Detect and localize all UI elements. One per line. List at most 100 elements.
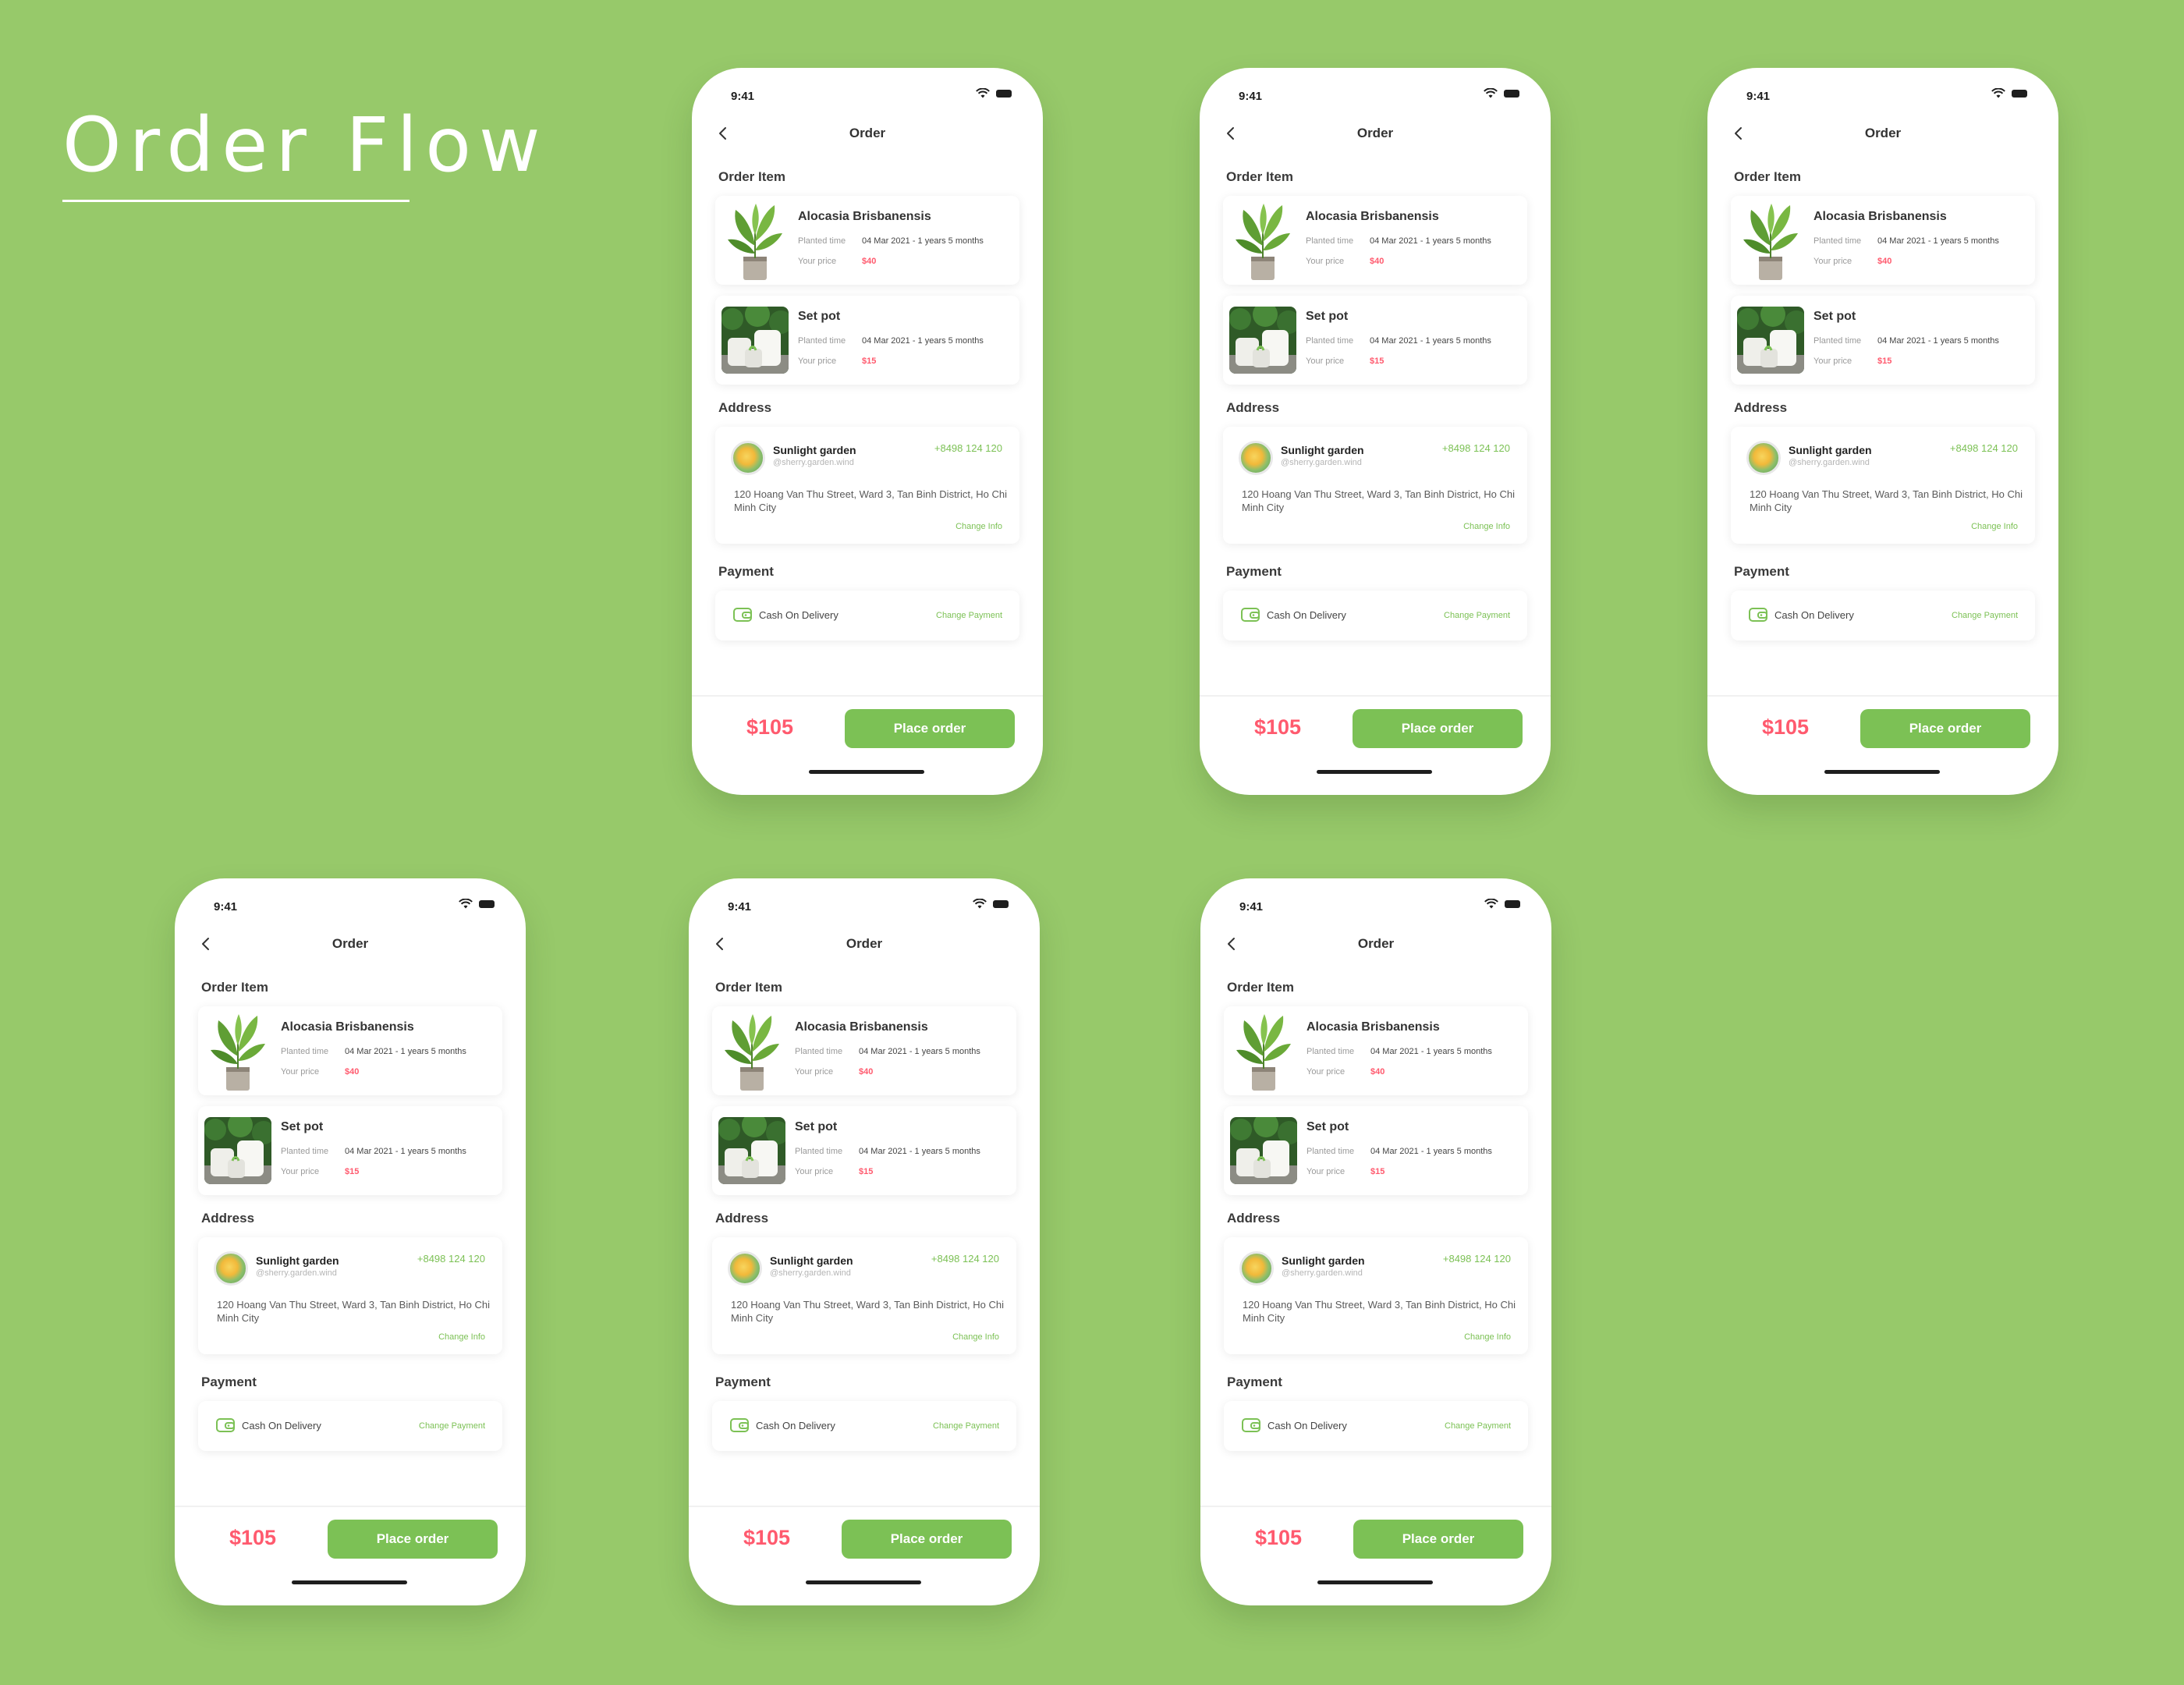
section-title-payment: Payment <box>1734 564 1789 579</box>
order-item-card[interactable]: Set pot Planted time 04 Mar 2021 - 1 yea… <box>198 1106 502 1195</box>
address-card[interactable]: Sunlight garden @sherry.garden.wind +849… <box>1223 427 1527 544</box>
address-card[interactable]: Sunlight garden @sherry.garden.wind +849… <box>715 427 1019 544</box>
order-item-card[interactable]: Alocasia Brisbanensis Planted time 04 Ma… <box>1224 1006 1528 1095</box>
order-item-card[interactable]: Alocasia Brisbanensis Planted time 04 Ma… <box>1223 196 1527 285</box>
place-order-button[interactable]: Place order <box>845 709 1015 748</box>
payment-card[interactable]: Cash On Delivery Change Payment <box>715 591 1019 640</box>
change-payment-link[interactable]: Change Payment <box>1445 1421 1511 1431</box>
title-underline <box>62 200 410 202</box>
item-name: Set pot <box>1306 310 1349 323</box>
section-title-address: Address <box>1226 400 1280 415</box>
place-order-button[interactable]: Place order <box>842 1520 1012 1559</box>
payment-card[interactable]: Cash On Delivery Change Payment <box>198 1401 502 1451</box>
avatar <box>731 441 765 475</box>
price-label: Your price <box>798 257 837 266</box>
change-info-link[interactable]: Change Info <box>1971 522 2018 531</box>
plant-image <box>1743 204 1798 280</box>
item-name: Set pot <box>798 310 841 323</box>
change-payment-link[interactable]: Change Payment <box>933 1421 999 1431</box>
payment-card[interactable]: Cash On Delivery Change Payment <box>1224 1401 1528 1451</box>
nav-bar: Order <box>175 925 526 963</box>
payment-card[interactable]: Cash On Delivery Change Payment <box>1731 591 2035 640</box>
order-item-card[interactable]: Set pot Planted time 04 Mar 2021 - 1 yea… <box>1731 296 2035 385</box>
order-item-card[interactable]: Set pot Planted time 04 Mar 2021 - 1 yea… <box>1224 1106 1528 1195</box>
change-payment-link[interactable]: Change Payment <box>419 1421 485 1431</box>
order-item-card[interactable]: Set pot Planted time 04 Mar 2021 - 1 yea… <box>712 1106 1016 1195</box>
order-item-card[interactable]: Alocasia Brisbanensis Planted time 04 Ma… <box>198 1006 502 1095</box>
section-title-address: Address <box>1734 400 1788 415</box>
home-indicator <box>809 770 924 774</box>
planted-time-value: 04 Mar 2021 - 1 years 5 months <box>1877 336 1999 346</box>
payment-method: Cash On Delivery <box>242 1420 321 1431</box>
change-payment-link[interactable]: Change Payment <box>1444 611 1510 620</box>
change-info-link[interactable]: Change Info <box>1463 522 1510 531</box>
planted-time-label: Planted time <box>795 1147 843 1156</box>
change-payment-link[interactable]: Change Payment <box>936 611 1002 620</box>
change-payment-link[interactable]: Change Payment <box>1952 611 2018 620</box>
item-name: Alocasia Brisbanensis <box>1814 210 1947 223</box>
payment-card[interactable]: Cash On Delivery Change Payment <box>712 1401 1016 1451</box>
order-item-card[interactable]: Alocasia Brisbanensis Planted time 04 Ma… <box>1731 196 2035 285</box>
place-order-button[interactable]: Place order <box>328 1520 498 1559</box>
status-bar: 9:41 <box>689 878 1040 925</box>
item-name: Alocasia Brisbanensis <box>798 210 931 223</box>
section-title-order-item: Order Item <box>1734 169 1801 184</box>
wallet-icon <box>730 1418 749 1432</box>
item-price: $40 <box>1877 257 1892 266</box>
section-title-payment: Payment <box>1227 1375 1282 1389</box>
item-price: $15 <box>859 1167 874 1176</box>
plant-image <box>1236 204 1290 280</box>
nav-title: Order <box>1864 126 1902 140</box>
section-title-payment: Payment <box>715 1375 771 1389</box>
address-text: 120 Hoang Van Thu Street, Ward 3, Tan Bi… <box>734 488 1007 513</box>
nav-title: Order <box>849 126 886 140</box>
price-label: Your price <box>1306 357 1345 366</box>
address-phone: +8498 124 120 <box>417 1253 485 1265</box>
nav-bar: Order <box>1200 925 1551 963</box>
planted-time-label: Planted time <box>1814 336 1862 346</box>
address-card[interactable]: Sunlight garden @sherry.garden.wind +849… <box>198 1237 502 1354</box>
section-title-payment: Payment <box>1226 564 1282 579</box>
place-order-button[interactable]: Place order <box>1353 709 1523 748</box>
change-info-link[interactable]: Change Info <box>952 1332 999 1342</box>
planted-time-value: 04 Mar 2021 - 1 years 5 months <box>1877 236 1999 246</box>
address-card[interactable]: Sunlight garden @sherry.garden.wind +849… <box>1224 1237 1528 1354</box>
change-info-link[interactable]: Change Info <box>1464 1332 1511 1342</box>
battery-icon <box>993 899 1009 908</box>
status-bar: 9:41 <box>1707 68 2058 115</box>
section-title-order-item: Order Item <box>1226 169 1293 184</box>
place-order-button[interactable]: Place order <box>1860 709 2030 748</box>
item-name: Set pot <box>281 1120 324 1133</box>
order-item-card[interactable]: Alocasia Brisbanensis Planted time 04 Ma… <box>715 196 1019 285</box>
order-item-card[interactable]: Alocasia Brisbanensis Planted time 04 Ma… <box>712 1006 1016 1095</box>
nav-bar: Order <box>689 925 1040 963</box>
battery-icon <box>2012 89 2027 98</box>
item-price: $15 <box>862 357 877 366</box>
address-card[interactable]: Sunlight garden @sherry.garden.wind +849… <box>712 1237 1016 1354</box>
avatar <box>1239 441 1273 475</box>
payment-card[interactable]: Cash On Delivery Change Payment <box>1223 591 1527 640</box>
address-card[interactable]: Sunlight garden @sherry.garden.wind +849… <box>1731 427 2035 544</box>
wifi-icon <box>459 899 473 909</box>
payment-method: Cash On Delivery <box>756 1420 835 1431</box>
order-item-card[interactable]: Set pot Planted time 04 Mar 2021 - 1 yea… <box>1223 296 1527 385</box>
address-handle: @sherry.garden.wind <box>1282 1268 1363 1278</box>
phone-screen: 9:41 Order Order Item Alocasia Brisbanen… <box>1200 878 1551 1605</box>
change-info-link[interactable]: Change Info <box>438 1332 485 1342</box>
item-price: $15 <box>345 1167 360 1176</box>
avatar <box>1239 1251 1274 1286</box>
status-icons <box>1484 899 1520 909</box>
status-bar: 9:41 <box>175 878 526 925</box>
planted-time-value: 04 Mar 2021 - 1 years 5 months <box>859 1047 980 1056</box>
planted-time-label: Planted time <box>1306 336 1354 346</box>
status-icons <box>1991 88 2027 98</box>
order-item-card[interactable]: Set pot Planted time 04 Mar 2021 - 1 yea… <box>715 296 1019 385</box>
place-order-button[interactable]: Place order <box>1353 1520 1523 1559</box>
change-info-link[interactable]: Change Info <box>956 522 1002 531</box>
price-label: Your price <box>1306 1167 1346 1176</box>
section-title-payment: Payment <box>718 564 774 579</box>
section-title-order-item: Order Item <box>718 169 785 184</box>
status-icons <box>973 899 1009 909</box>
section-title-address: Address <box>715 1211 769 1226</box>
item-price: $40 <box>1370 257 1384 266</box>
